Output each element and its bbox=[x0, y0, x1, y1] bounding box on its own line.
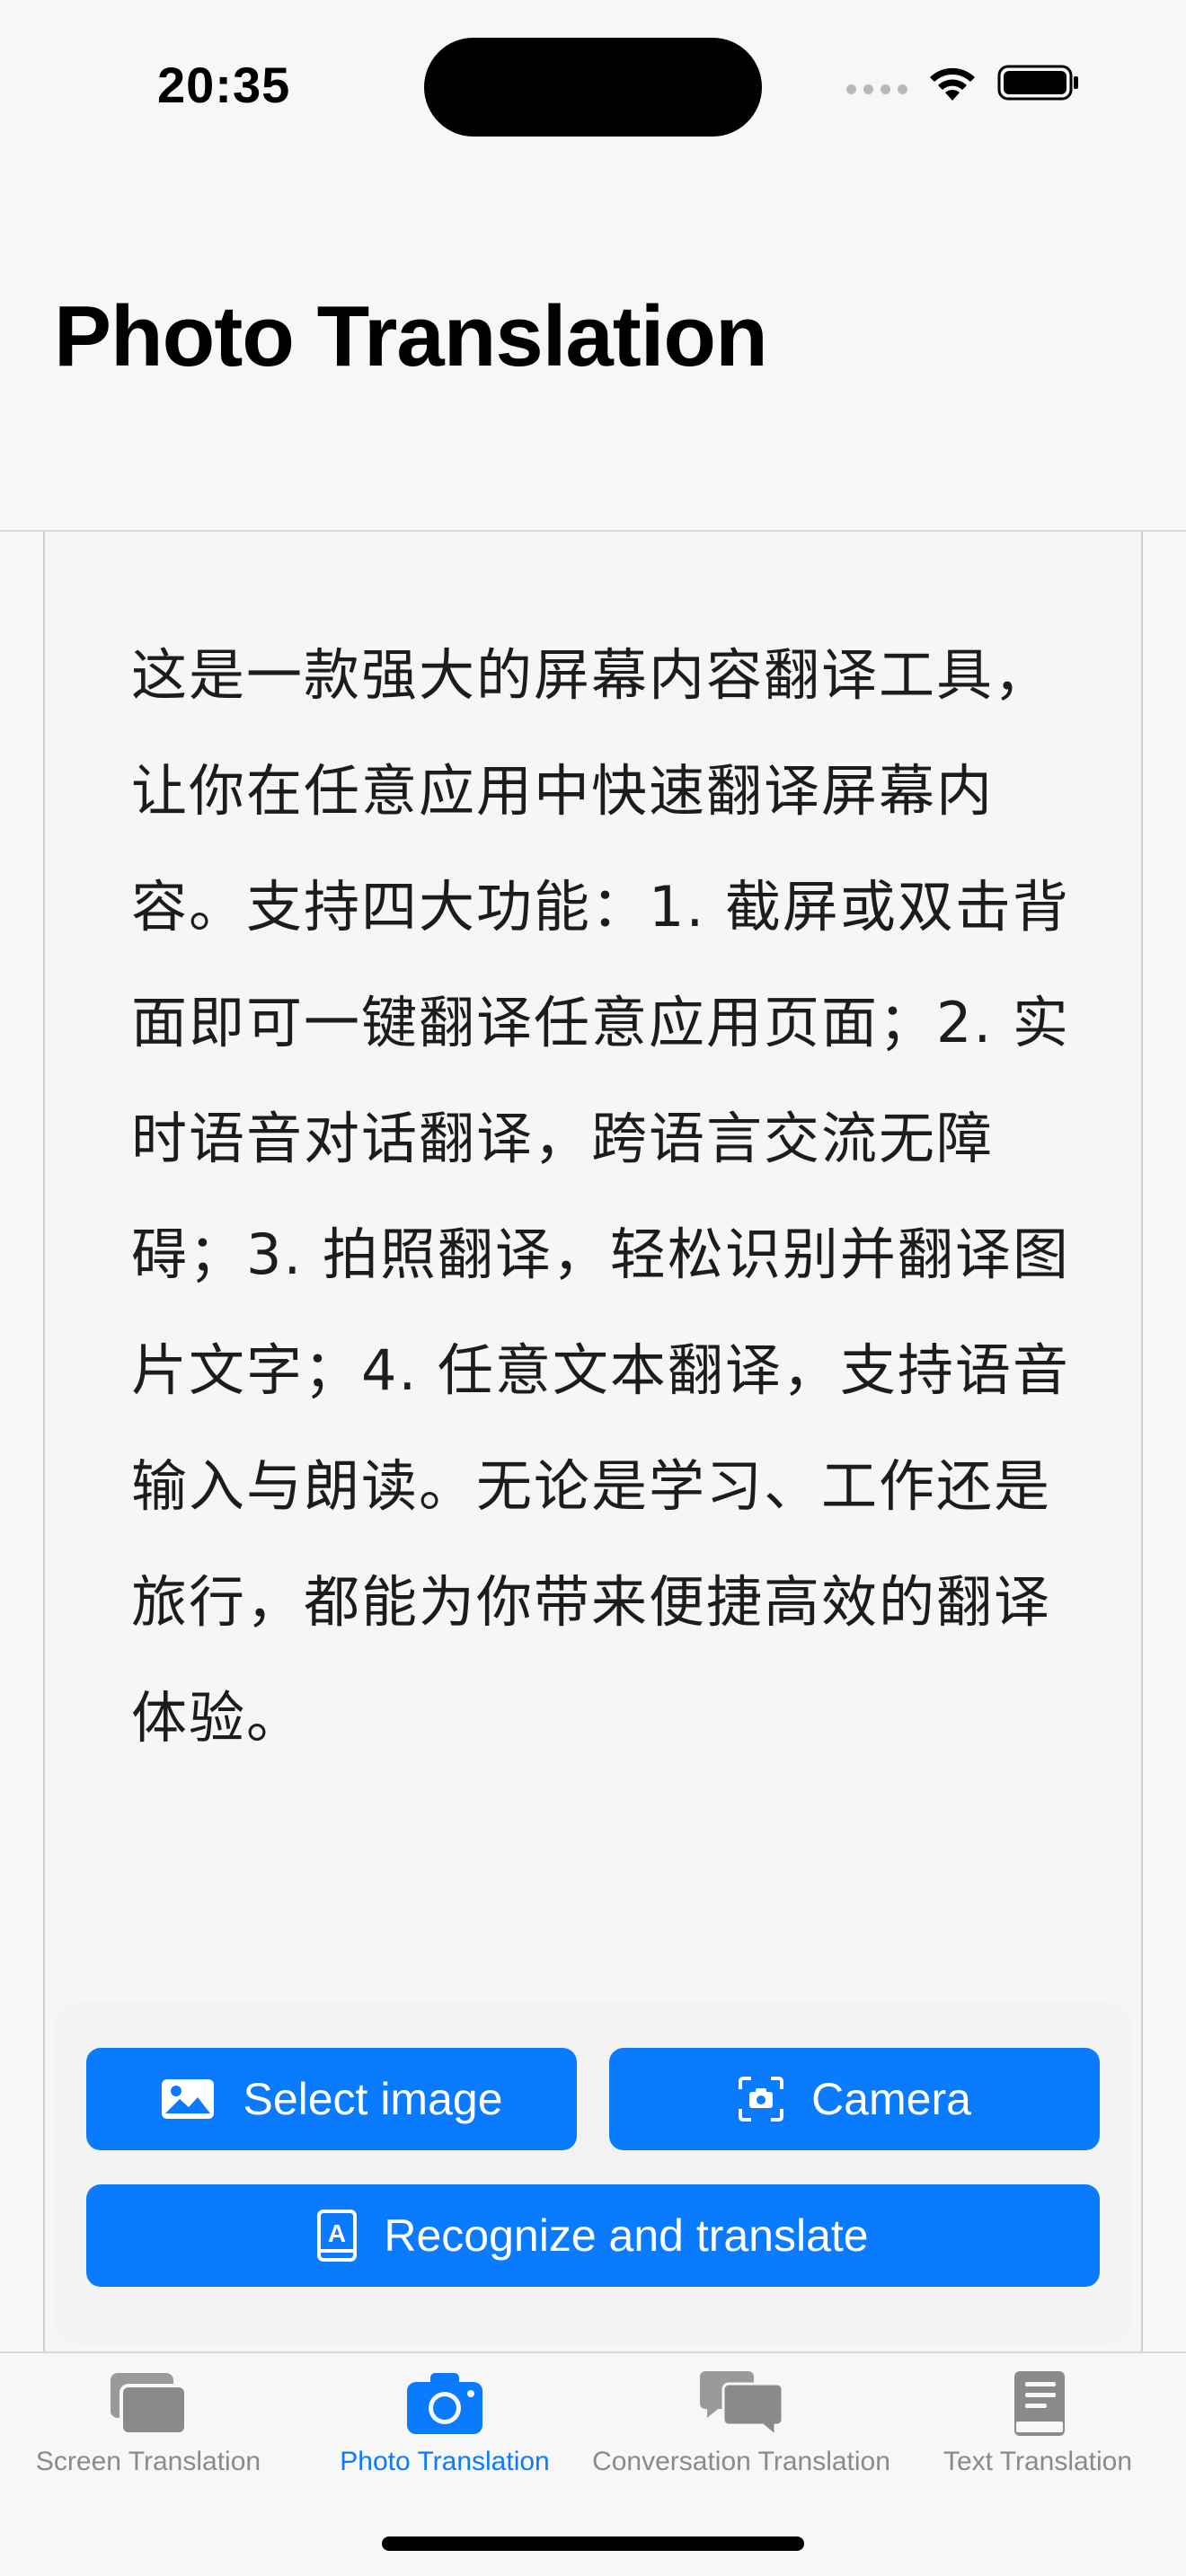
tab-conversation-translation[interactable]: Conversation Translation bbox=[592, 2369, 890, 2477]
status-icons bbox=[846, 63, 1080, 102]
camera-viewfinder-icon bbox=[738, 2076, 784, 2122]
screens-stack-icon bbox=[107, 2369, 190, 2438]
svg-text:A: A bbox=[328, 2219, 346, 2247]
status-time: 20:35 bbox=[157, 57, 291, 113]
recognize-translate-label: Recognize and translate bbox=[384, 2210, 869, 2261]
home-indicator[interactable] bbox=[382, 2536, 804, 2551]
chat-bubbles-icon bbox=[696, 2369, 786, 2438]
recognize-translate-button[interactable]: A Recognize and translate bbox=[86, 2184, 1100, 2287]
photo-icon bbox=[160, 2078, 216, 2121]
book-icon bbox=[996, 2369, 1079, 2438]
tab-screen-translation[interactable]: Screen Translation bbox=[0, 2369, 296, 2477]
page-title: Photo Translation bbox=[54, 288, 768, 384]
camera-icon bbox=[403, 2369, 486, 2438]
tab-text-translation[interactable]: Text Translation bbox=[890, 2369, 1186, 2477]
tab-label: Conversation Translation bbox=[592, 2447, 890, 2476]
translate-book-icon: A bbox=[317, 2210, 358, 2262]
wifi-icon bbox=[925, 63, 979, 102]
camera-button[interactable]: Camera bbox=[609, 2048, 1100, 2150]
tab-label: Text Translation bbox=[943, 2447, 1133, 2476]
camera-label: Camera bbox=[811, 2074, 971, 2124]
select-image-button[interactable]: Select image bbox=[86, 2048, 577, 2150]
battery-icon bbox=[997, 63, 1080, 102]
navigation-bar: Photo Translation bbox=[0, 171, 1186, 532]
app-description: 这是一款强大的屏幕内容翻译工具，让你在任意应用中快速翻译屏幕内容。支持四大功能：… bbox=[131, 642, 1070, 1751]
tab-label: Screen Translation bbox=[35, 2447, 261, 2476]
signal-dots-icon bbox=[846, 84, 907, 94]
select-image-label: Select image bbox=[243, 2074, 503, 2124]
dynamic-island bbox=[424, 38, 762, 137]
tab-label: Photo Translation bbox=[340, 2447, 550, 2476]
tab-photo-translation[interactable]: Photo Translation bbox=[296, 2369, 593, 2477]
status-bar: 20:35 bbox=[0, 0, 1186, 171]
